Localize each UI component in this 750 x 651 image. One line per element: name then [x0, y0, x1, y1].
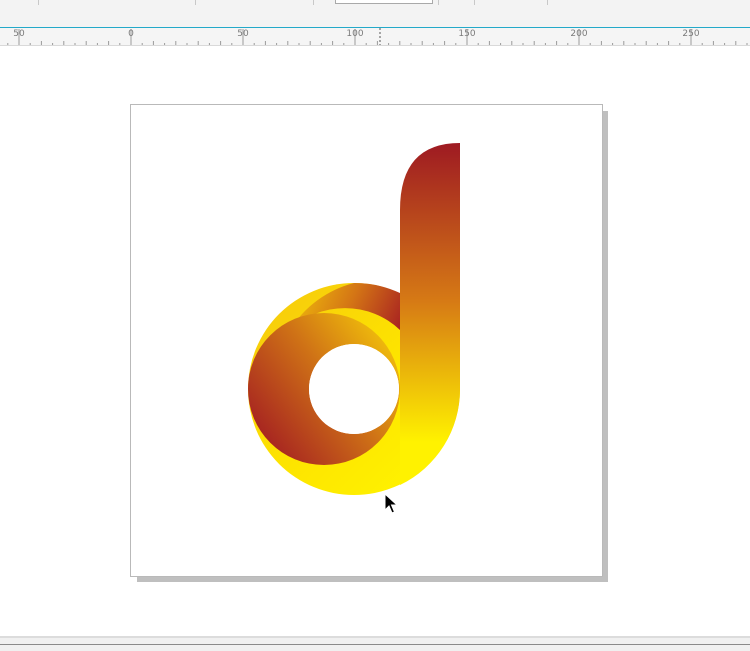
d-logo-artwork[interactable] — [0, 0, 750, 649]
d-hole — [309, 344, 399, 434]
arrow-cursor-icon — [384, 493, 398, 514]
d-letter-shape — [248, 143, 461, 495]
d-stem — [400, 143, 461, 485]
status-divider — [0, 644, 750, 645]
